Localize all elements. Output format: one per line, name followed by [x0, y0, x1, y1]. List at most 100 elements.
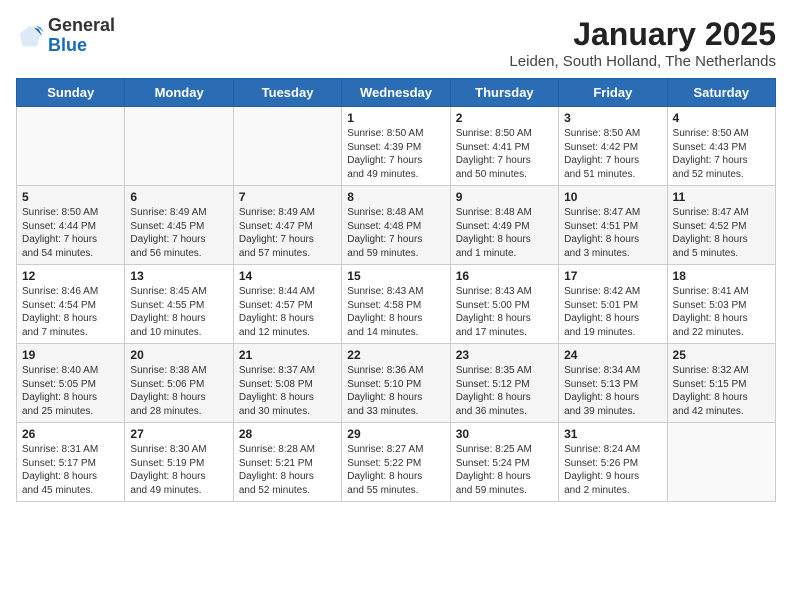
cell-line: Sunset: 5:03 PM — [673, 299, 770, 313]
calendar-cell — [125, 107, 233, 186]
cell-line: Sunrise: 8:24 AM — [564, 443, 661, 457]
cell-line: Daylight: 8 hours — [239, 470, 336, 484]
cell-line: Sunrise: 8:41 AM — [673, 285, 770, 299]
cell-line: Sunset: 5:13 PM — [564, 378, 661, 392]
cell-line: Sunset: 4:45 PM — [130, 220, 227, 234]
cell-line: Sunrise: 8:50 AM — [22, 206, 119, 220]
calendar-week-3: 12Sunrise: 8:46 AMSunset: 4:54 PMDayligh… — [17, 265, 776, 344]
calendar-cell — [233, 107, 341, 186]
cell-line: Sunset: 4:48 PM — [347, 220, 444, 234]
day-number: 14 — [239, 269, 336, 283]
cell-line: Sunrise: 8:50 AM — [347, 127, 444, 141]
cell-line: Sunset: 5:26 PM — [564, 457, 661, 471]
calendar-cell — [667, 423, 775, 502]
cell-line: Daylight: 7 hours — [347, 154, 444, 168]
logo-icon — [16, 22, 44, 50]
logo-general: General — [48, 15, 115, 35]
calendar-week-1: 1Sunrise: 8:50 AMSunset: 4:39 PMDaylight… — [17, 107, 776, 186]
cell-line: Daylight: 8 hours — [130, 470, 227, 484]
cell-line: Sunset: 5:05 PM — [22, 378, 119, 392]
calendar-cell: 19Sunrise: 8:40 AMSunset: 5:05 PMDayligh… — [17, 344, 125, 423]
cell-line: Sunset: 5:22 PM — [347, 457, 444, 471]
calendar-cell: 24 Sunrise: 8:34 AMSunset: 5:13 PMDayligh… — [559, 344, 667, 423]
cell-line: and 5 minutes. — [673, 247, 770, 261]
cell-line: Daylight: 8 hours — [673, 233, 770, 247]
cell-line: Sunset: 5:01 PM — [564, 299, 661, 313]
cell-line: Sunset: 5:15 PM — [673, 378, 770, 392]
cell-line: and 39 minutes. — [564, 405, 661, 419]
cell-line: Sunrise: 8:43 AM — [347, 285, 444, 299]
calendar-cell: 18Sunrise: 8:41 AMSunset: 5:03 PMDayligh… — [667, 265, 775, 344]
cell-line: and 49 minutes. — [347, 168, 444, 182]
calendar-cell: 23Sunrise: 8:35 AMSunset: 5:12 PMDayligh… — [450, 344, 558, 423]
day-number: 10 — [564, 190, 661, 204]
cell-line: Sunrise: 8:34 AM — [564, 364, 661, 378]
cell-line: Sunrise: 8:35 AM — [456, 364, 553, 378]
day-number: 11 — [673, 190, 770, 204]
cell-line: Daylight: 7 hours — [564, 154, 661, 168]
calendar-cell: 8Sunrise: 8:48 AMSunset: 4:48 PMDaylight… — [342, 186, 450, 265]
cell-line: and 3 minutes. — [564, 247, 661, 261]
cell-line: and 54 minutes. — [22, 247, 119, 261]
cell-line: Sunset: 4:43 PM — [673, 141, 770, 155]
day-number: 26 — [22, 427, 119, 441]
day-number: 21 — [239, 348, 336, 362]
day-number: 17 — [564, 269, 661, 283]
calendar-cell: 2Sunrise: 8:50 AMSunset: 4:41 PMDaylight… — [450, 107, 558, 186]
calendar-cell: 20Sunrise: 8:38 AMSunset: 5:06 PMDayligh… — [125, 344, 233, 423]
day-number: 22 — [347, 348, 444, 362]
calendar-cell: 10Sunrise: 8:47 AMSunset: 4:51 PMDayligh… — [559, 186, 667, 265]
calendar-cell: 1Sunrise: 8:50 AMSunset: 4:39 PMDaylight… — [342, 107, 450, 186]
cell-line: and 2 minutes. — [564, 484, 661, 498]
calendar-table: Sunday Monday Tuesday Wednesday Thursday… — [16, 78, 776, 502]
cell-line: Daylight: 8 hours — [239, 312, 336, 326]
day-number: 31 — [564, 427, 661, 441]
cell-line: Sunset: 5:21 PM — [239, 457, 336, 471]
cell-line: Daylight: 7 hours — [673, 154, 770, 168]
day-number: 24 — [564, 348, 661, 362]
cell-line: Sunrise: 8:36 AM — [347, 364, 444, 378]
day-number: 23 — [456, 348, 553, 362]
cell-line: and 14 minutes. — [347, 326, 444, 340]
cell-line: Sunrise: 8:48 AM — [456, 206, 553, 220]
col-monday: Monday — [125, 79, 233, 107]
cell-line: and 28 minutes. — [130, 405, 227, 419]
cell-line: Daylight: 8 hours — [673, 312, 770, 326]
day-number: 16 — [456, 269, 553, 283]
day-number: 19 — [22, 348, 119, 362]
cell-line: Sunrise: 8:45 AM — [130, 285, 227, 299]
cell-line: Sunrise: 8:32 AM — [673, 364, 770, 378]
day-number: 29 — [347, 427, 444, 441]
calendar-cell: 21Sunrise: 8:37 AMSunset: 5:08 PMDayligh… — [233, 344, 341, 423]
cell-line: and 19 minutes. — [564, 326, 661, 340]
title-block: January 2025 Leiden, South Holland, The … — [509, 16, 776, 70]
col-saturday: Saturday — [667, 79, 775, 107]
calendar-week-5: 26Sunrise: 8:31 AMSunset: 5:17 PMDayligh… — [17, 423, 776, 502]
day-number: 3 — [564, 111, 661, 125]
cell-line: Sunrise: 8:38 AM — [130, 364, 227, 378]
cell-line: Daylight: 8 hours — [22, 312, 119, 326]
cell-line: and 12 minutes. — [239, 326, 336, 340]
cell-line: Sunrise: 8:43 AM — [456, 285, 553, 299]
cell-line: Sunset: 5:00 PM — [456, 299, 553, 313]
cell-line: Sunrise: 8:37 AM — [239, 364, 336, 378]
cell-line: Daylight: 8 hours — [130, 312, 227, 326]
cell-line: Sunset: 4:49 PM — [456, 220, 553, 234]
cell-line: Sunrise: 8:40 AM — [22, 364, 119, 378]
cell-line: Daylight: 8 hours — [564, 391, 661, 405]
cell-line: Sunset: 5:10 PM — [347, 378, 444, 392]
cell-line: and 50 minutes. — [456, 168, 553, 182]
day-number: 15 — [347, 269, 444, 283]
cell-line: Sunrise: 8:50 AM — [456, 127, 553, 141]
cell-line: Daylight: 7 hours — [239, 233, 336, 247]
cell-line: and 59 minutes. — [456, 484, 553, 498]
calendar-cell: 13Sunrise: 8:45 AMSunset: 4:55 PMDayligh… — [125, 265, 233, 344]
calendar-cell: 31Sunrise: 8:24 AMSunset: 5:26 PMDayligh… — [559, 423, 667, 502]
calendar-cell: 29Sunrise: 8:27 AMSunset: 5:22 PMDayligh… — [342, 423, 450, 502]
cell-line: and 42 minutes. — [673, 405, 770, 419]
day-number: 27 — [130, 427, 227, 441]
cell-line: Daylight: 8 hours — [456, 312, 553, 326]
cell-line: Daylight: 8 hours — [456, 233, 553, 247]
col-sunday: Sunday — [17, 79, 125, 107]
cell-line: and 30 minutes. — [239, 405, 336, 419]
